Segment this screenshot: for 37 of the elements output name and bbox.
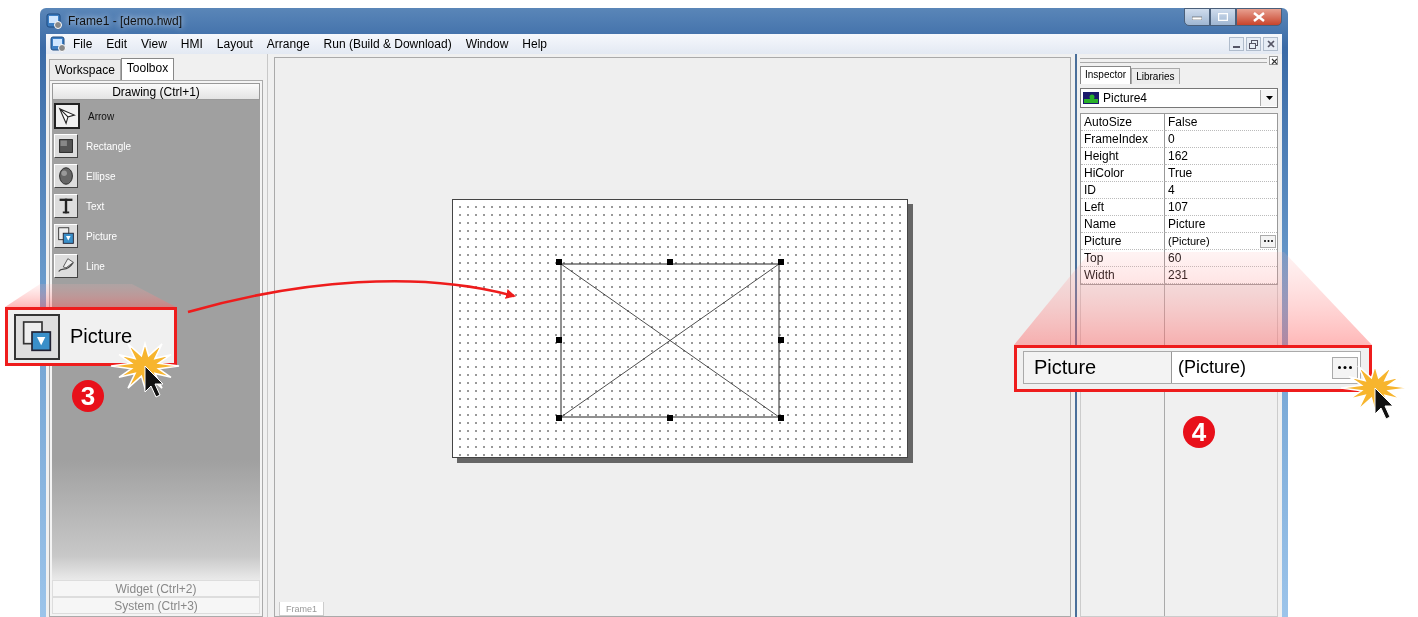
property-name: ID: [1081, 182, 1165, 199]
menu-item[interactable]: Edit: [99, 35, 135, 53]
panel-tab[interactable]: Workspace: [49, 59, 121, 80]
property-value[interactable]: 231: [1168, 267, 1189, 283]
callout-label: Picture: [70, 325, 133, 348]
property-name: AutoSize: [1081, 114, 1165, 131]
menu-item[interactable]: Window: [458, 35, 516, 53]
property-value[interactable]: 0: [1168, 131, 1175, 147]
menu-item[interactable]: File: [66, 35, 100, 53]
property-value[interactable]: 4: [1168, 182, 1175, 198]
window-title: Frame1 - [demo.hwd]: [68, 14, 183, 28]
menu-item[interactable]: Layout: [209, 35, 260, 53]
toolbox-group-header[interactable]: Drawing (Ctrl+1): [52, 83, 260, 100]
object-dropdown[interactable]: Picture4: [1080, 88, 1278, 108]
property-name: FrameIndex: [1081, 131, 1165, 148]
property-name: Left: [1081, 199, 1165, 216]
property-name: Height: [1081, 148, 1165, 165]
property-value: (Picture): [1178, 357, 1246, 378]
property-value[interactable]: True: [1168, 165, 1193, 181]
property-name: Name: [1081, 216, 1165, 233]
tool-label[interactable]: Arrow: [88, 110, 115, 122]
property-value[interactable]: Picture: [1168, 216, 1206, 232]
property-value[interactable]: 107: [1168, 199, 1189, 215]
menu-item[interactable]: Run (Build & Download): [316, 35, 459, 53]
panel-tab[interactable]: Libraries: [1131, 68, 1180, 84]
property-name: Picture: [1081, 233, 1165, 250]
property-value[interactable]: False: [1168, 114, 1198, 130]
menu-item[interactable]: Arrange: [259, 35, 317, 53]
menu-item[interactable]: HMI: [173, 35, 210, 53]
property-name: HiColor: [1081, 165, 1165, 182]
panel-tab[interactable]: Toolbox: [120, 58, 175, 80]
menu-item[interactable]: Help: [515, 35, 554, 53]
panel-tab[interactable]: Inspector: [1080, 66, 1132, 84]
property-value[interactable]: (Picture): [1168, 233, 1210, 249]
property-value[interactable]: 162: [1168, 148, 1189, 164]
menu-item[interactable]: View: [134, 35, 174, 53]
property-value[interactable]: 60: [1168, 250, 1182, 266]
